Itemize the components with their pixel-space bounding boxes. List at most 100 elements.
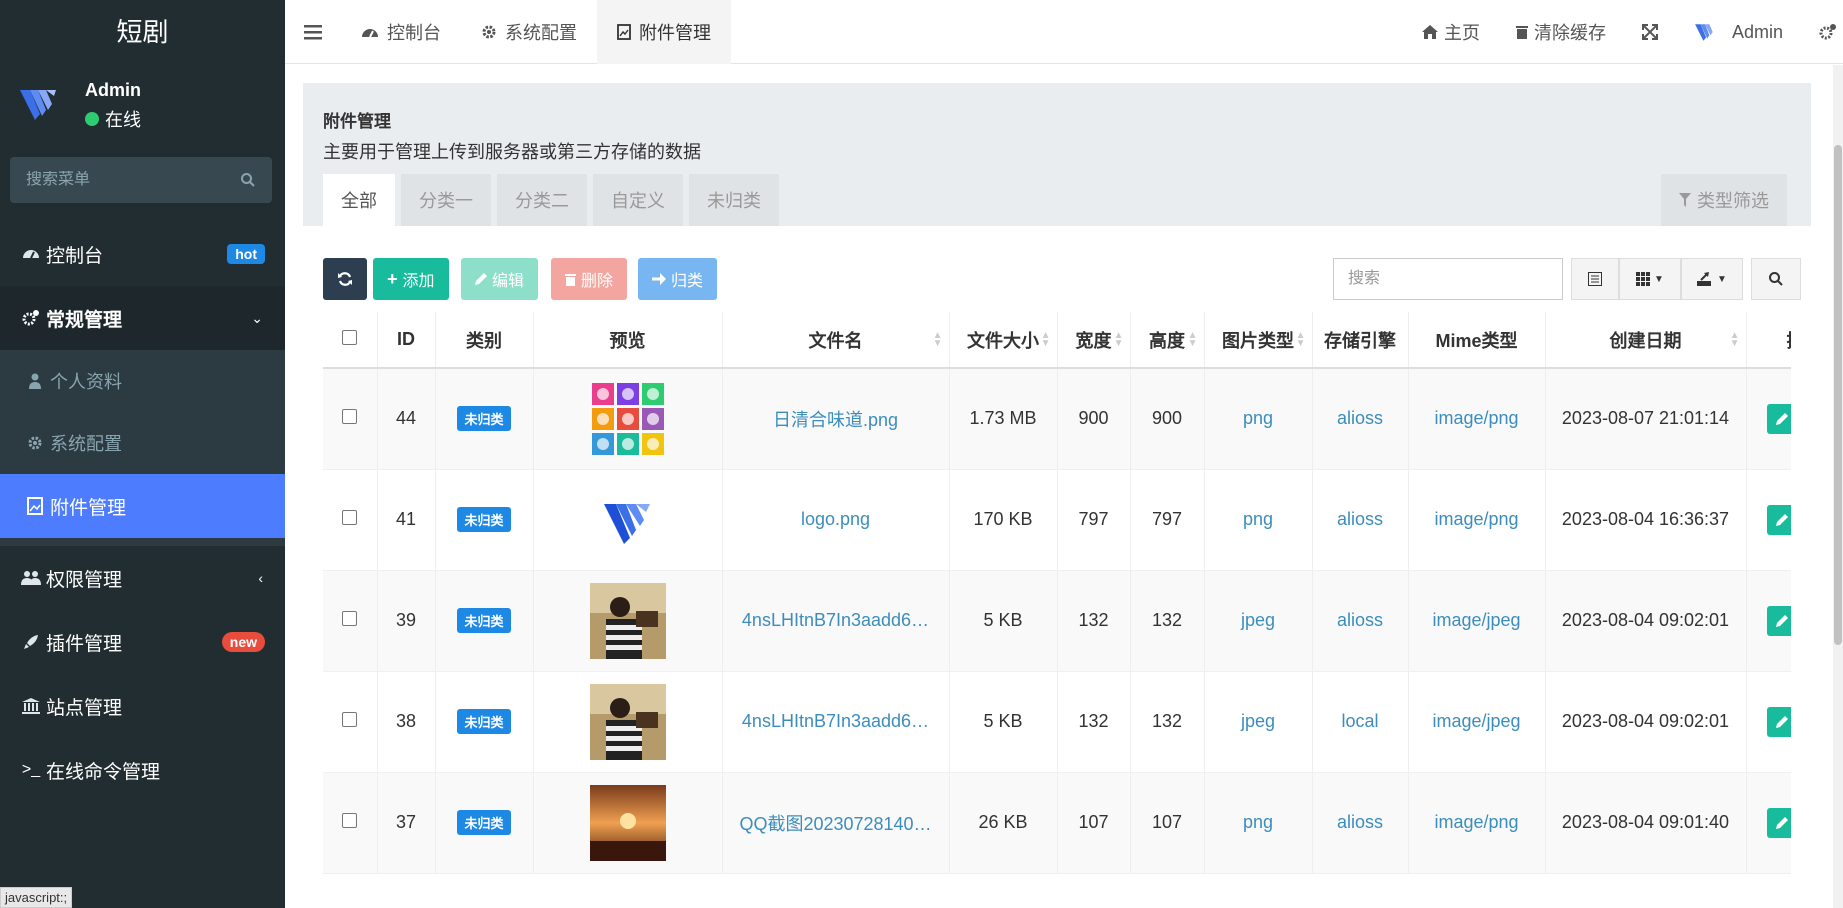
sidebar-item-plugins[interactable]: 插件管理 new bbox=[0, 610, 285, 674]
sidebar-item-general[interactable]: 常规管理 ⌄ bbox=[0, 286, 285, 350]
tab-attachment[interactable]: 附件管理 bbox=[597, 0, 731, 64]
menu-search-box bbox=[10, 157, 272, 203]
header-filename[interactable]: 文件名 ▲ ▼ bbox=[722, 312, 950, 369]
edit-button[interactable]: 编辑 bbox=[461, 258, 539, 300]
filename-link[interactable]: logo.png bbox=[723, 509, 949, 530]
edit-row-button[interactable] bbox=[1766, 605, 1791, 636]
menu-search-input[interactable] bbox=[26, 171, 240, 189]
edit-row-button[interactable] bbox=[1766, 807, 1791, 838]
sidebar-item-command[interactable]: >_ 在线命令管理 bbox=[0, 738, 285, 802]
storage-cell[interactable]: local bbox=[1312, 671, 1409, 773]
preview-image[interactable] bbox=[589, 784, 666, 861]
tab-config[interactable]: 系统配置 bbox=[461, 0, 597, 64]
header-created[interactable]: 创建日期 ▲ ▼ bbox=[1545, 312, 1747, 369]
tab-uncategorized[interactable]: 未归类 bbox=[689, 174, 779, 226]
mime-cell[interactable]: image/png bbox=[1408, 772, 1546, 874]
scrollbar-thumb[interactable] bbox=[1834, 145, 1842, 645]
settings-button[interactable] bbox=[1801, 0, 1843, 64]
filename-cell[interactable]: 4nsLHItnB7In3aadd6… bbox=[722, 671, 950, 773]
delete-button[interactable]: 删除 bbox=[551, 258, 628, 300]
storage-cell[interactable]: alioss bbox=[1312, 368, 1409, 470]
operate-cell bbox=[1746, 368, 1791, 470]
tab-category-2[interactable]: 分类二 bbox=[497, 174, 587, 226]
mime-cell[interactable]: image/png bbox=[1408, 368, 1546, 470]
sidebar-item-attachment[interactable]: 附件管理 bbox=[0, 474, 285, 538]
table-row[interactable]: 38 未归类 4nsLHItnB7In3aadd6… 5 KB 132 132 jpeg lo… bbox=[323, 671, 1791, 773]
sidebar-item-site[interactable]: 站点管理 bbox=[0, 674, 285, 738]
tab-all[interactable]: 全部 bbox=[323, 174, 395, 226]
select-all-checkbox[interactable] bbox=[342, 330, 358, 345]
tab-dashboard[interactable]: 控制台 bbox=[341, 0, 461, 64]
storage-cell[interactable]: alioss bbox=[1312, 772, 1409, 874]
imagetype-cell[interactable]: png bbox=[1204, 772, 1313, 874]
imagetype-cell[interactable]: png bbox=[1204, 469, 1313, 571]
sidebar-item-dashboard[interactable]: 控制台 hot bbox=[0, 222, 285, 286]
table-search-input[interactable] bbox=[1333, 258, 1563, 300]
toggle-view-button[interactable] bbox=[1571, 258, 1619, 300]
table-row[interactable]: 41 未归类 logo.png 170 KB 797 797 png alioss image/… bbox=[323, 469, 1791, 571]
sidebar-item-profile[interactable]: 个人资料 bbox=[0, 350, 285, 412]
row-checkbox[interactable] bbox=[342, 712, 358, 727]
sidebar-item-auth[interactable]: 权限管理 ‹ bbox=[0, 546, 285, 610]
storage-cell[interactable]: alioss bbox=[1312, 469, 1409, 571]
filename-link[interactable]: 日清合味道.png bbox=[723, 406, 949, 432]
brand-title[interactable]: 短剧 bbox=[0, 0, 285, 64]
export-button[interactable]: ▼ bbox=[1681, 258, 1743, 300]
row-checkbox[interactable] bbox=[342, 611, 358, 626]
search-icon[interactable] bbox=[240, 172, 256, 188]
fullscreen-button[interactable] bbox=[1624, 0, 1676, 64]
sidebar-toggle-icon[interactable] bbox=[285, 0, 341, 64]
preview-image[interactable] bbox=[589, 683, 666, 760]
filename-link[interactable]: QQ截图20230728140… bbox=[723, 810, 949, 836]
admin-user-menu[interactable]: Admin bbox=[1676, 0, 1801, 64]
columns-button[interactable]: ▼ bbox=[1619, 258, 1681, 300]
filename-link[interactable]: 4nsLHItnB7In3aadd6… bbox=[723, 711, 949, 732]
preview-image[interactable] bbox=[590, 482, 666, 558]
row-checkbox[interactable] bbox=[342, 409, 358, 425]
header-imagetype[interactable]: 图片类型 ▲ ▼ bbox=[1204, 312, 1313, 369]
page-scrollbar[interactable] bbox=[1833, 65, 1843, 908]
type-filter-button[interactable]: 类型筛选 bbox=[1661, 174, 1787, 226]
sidebar-item-label: 在线命令管理 bbox=[46, 761, 161, 783]
row-checkbox[interactable] bbox=[342, 510, 358, 525]
filename-cell[interactable]: QQ截图20230728140… bbox=[722, 772, 950, 874]
storage-cell[interactable]: alioss bbox=[1312, 570, 1409, 672]
tab-category-1[interactable]: 分类一 bbox=[401, 174, 491, 226]
preview-image[interactable] bbox=[590, 381, 666, 457]
table-row[interactable]: 44 未归类 日清合味道.png 1.73 MB 900 900 png alioss imag… bbox=[323, 368, 1791, 470]
imagetype-cell[interactable]: png bbox=[1204, 368, 1313, 470]
search-submit-button[interactable] bbox=[1751, 258, 1801, 300]
mime-cell[interactable]: image/jpeg bbox=[1408, 671, 1546, 773]
mime-cell[interactable]: image/png bbox=[1408, 469, 1546, 571]
filename-link[interactable]: 4nsLHItnB7In3aadd6… bbox=[723, 610, 949, 631]
filename-cell[interactable]: 日清合味道.png bbox=[722, 368, 950, 470]
home-link[interactable]: 主页 bbox=[1404, 0, 1498, 64]
filename-cell[interactable]: 4nsLHItnB7In3aadd6… bbox=[722, 570, 950, 672]
classify-button[interactable]: 归类 bbox=[638, 258, 718, 300]
header-height[interactable]: 高度 ▲ ▼ bbox=[1130, 312, 1205, 369]
preview-image[interactable] bbox=[589, 582, 666, 659]
mime-cell[interactable]: image/jpeg bbox=[1408, 570, 1546, 672]
add-button[interactable]: + 添加 bbox=[373, 258, 449, 300]
table-row[interactable]: 39 未归类 4nsLHItnB7In3aadd6… 5 KB 132 132 jpeg al… bbox=[323, 570, 1791, 672]
header-id[interactable]: ID bbox=[377, 312, 436, 369]
header-width[interactable]: 宽度 ▲ ▼ bbox=[1057, 312, 1131, 369]
table-row[interactable]: 37 未归类 QQ截图20230728140… 26 KB 107 107 png alios… bbox=[323, 772, 1791, 874]
id-cell: 38 bbox=[377, 671, 436, 773]
clear-cache-button[interactable]: 清除缓存 bbox=[1498, 0, 1624, 64]
tab-custom[interactable]: 自定义 bbox=[593, 174, 683, 226]
edit-label: 编辑 bbox=[492, 273, 525, 290]
row-checkbox[interactable] bbox=[342, 813, 358, 828]
refresh-button[interactable] bbox=[323, 258, 367, 300]
refresh-icon bbox=[338, 272, 352, 286]
hot-badge: hot bbox=[227, 244, 265, 264]
header-filesize[interactable]: 文件大小 ▲ ▼ bbox=[949, 312, 1058, 369]
classify-label: 归类 bbox=[671, 273, 704, 290]
imagetype-cell[interactable]: jpeg bbox=[1204, 570, 1313, 672]
edit-row-button[interactable] bbox=[1766, 504, 1791, 535]
edit-row-button[interactable] bbox=[1766, 706, 1791, 737]
filename-cell[interactable]: logo.png bbox=[722, 469, 950, 571]
sidebar-item-config[interactable]: 系统配置 bbox=[0, 412, 285, 474]
imagetype-cell[interactable]: jpeg bbox=[1204, 671, 1313, 773]
edit-row-button[interactable] bbox=[1766, 403, 1791, 434]
